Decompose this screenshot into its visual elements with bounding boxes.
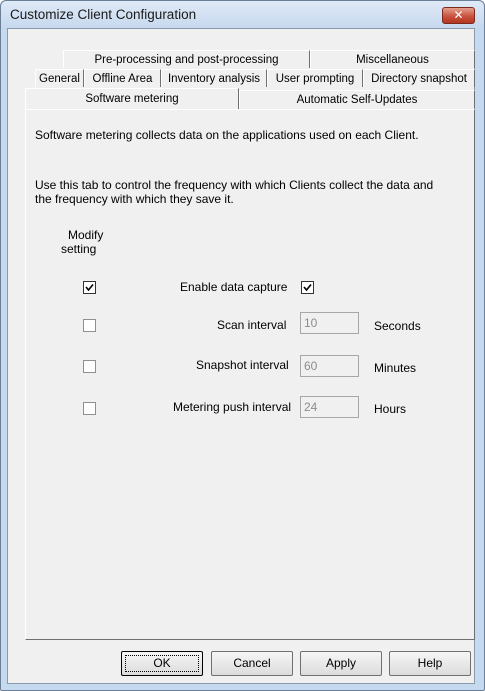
tab-automatic-self-updates[interactable]: Automatic Self-Updates <box>239 90 475 108</box>
software-metering-panel: Software metering collects data on the a… <box>25 109 475 640</box>
ok-button[interactable]: OK <box>121 651 203 676</box>
enable-data-capture-checkbox[interactable] <box>301 281 314 294</box>
tab-offline-area[interactable]: Offline Area <box>84 69 161 87</box>
help-button[interactable]: Help <box>389 651 471 676</box>
scan-interval-input[interactable]: 10 <box>300 312 359 334</box>
focus-rectangle <box>125 655 199 672</box>
snapshot-interval-unit: Minutes <box>374 361 417 375</box>
window-title: Customize Client Configuration <box>10 7 197 22</box>
help-button-label: Help <box>417 656 443 670</box>
enable-data-capture-label: Enable data capture <box>180 280 288 294</box>
tab-directory-snapshot[interactable]: Directory snapshot <box>363 69 475 87</box>
apply-button[interactable]: Apply <box>300 651 382 676</box>
snapshot-interval-input[interactable]: 60 <box>300 355 359 377</box>
modify-header-line2: setting <box>61 242 97 256</box>
scan-interval-unit: Seconds <box>374 319 421 333</box>
modify-metering-push-interval-checkbox[interactable] <box>83 402 96 415</box>
snapshot-interval-label: Snapshot interval <box>196 358 289 372</box>
tab-pre-processing[interactable]: Pre-processing and post-processing <box>63 50 310 68</box>
scan-interval-label: Scan interval <box>217 318 287 332</box>
tab-inventory-analysis[interactable]: Inventory analysis <box>161 69 267 87</box>
panel-description: Software metering collects data on the a… <box>35 128 419 142</box>
cancel-button-label: Cancel <box>233 656 271 670</box>
modify-scan-interval-checkbox[interactable] <box>83 319 96 332</box>
tab-software-metering[interactable]: Software metering <box>25 88 239 109</box>
modify-enable-data-capture-checkbox[interactable] <box>83 281 96 294</box>
checkmark-icon <box>303 283 312 292</box>
checkmark-icon <box>85 283 94 292</box>
modify-header-line1: Modify <box>68 228 104 242</box>
close-button[interactable]: ✕ <box>442 7 475 24</box>
tab-general[interactable]: General <box>35 69 84 87</box>
cancel-button[interactable]: Cancel <box>211 651 293 676</box>
tab-user-prompting[interactable]: User prompting <box>267 69 363 87</box>
tab-miscellaneous[interactable]: Miscellaneous <box>310 50 475 68</box>
close-icon: ✕ <box>453 8 464 22</box>
modify-snapshot-interval-checkbox[interactable] <box>83 360 96 373</box>
apply-button-label: Apply <box>325 656 357 670</box>
metering-push-interval-label: Metering push interval <box>173 400 292 414</box>
title-bar[interactable]: Customize Client Configuration ✕ <box>1 1 484 29</box>
metering-push-interval-unit: Hours <box>374 402 407 416</box>
panel-instructions-line2: the frequency with which they save it. <box>35 192 234 206</box>
metering-push-interval-input[interactable]: 24 <box>300 396 359 418</box>
panel-instructions-line1: Use this tab to control the frequency wi… <box>35 178 434 192</box>
